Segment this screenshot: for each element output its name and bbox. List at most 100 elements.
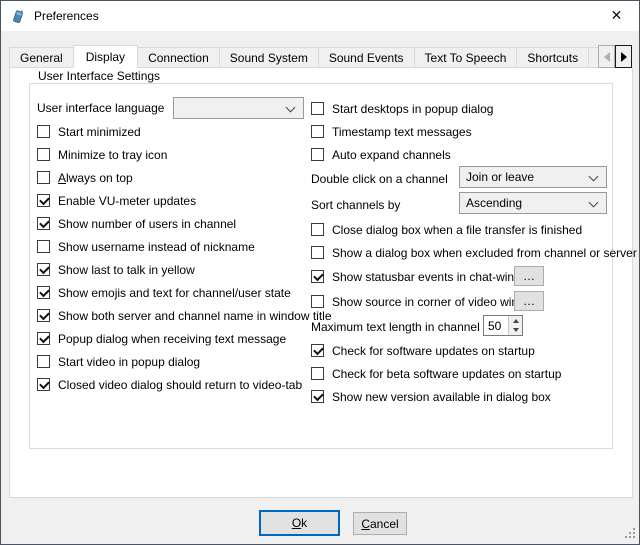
checkbox-row: Show source in corner of video window… xyxy=(311,289,623,314)
checkbox-row: Show both server and channel name in win… xyxy=(37,304,332,327)
close-button[interactable]: ✕ xyxy=(594,1,639,30)
checkbox-row: Enable VU-meter updates xyxy=(37,189,332,212)
spin-down-button[interactable] xyxy=(509,326,522,336)
checkbox-label: Minimize to tray icon xyxy=(58,148,167,162)
tab-sound-events[interactable]: Sound Events xyxy=(318,47,415,68)
language-dropdown[interactable] xyxy=(173,97,304,119)
select-row: Sort channels by Ascending xyxy=(311,192,623,218)
ok-button[interactable]: Ok xyxy=(259,510,340,536)
checkbox-label: Show new version available in dialog box xyxy=(332,390,551,404)
checkbox-row: Close dialog box when a file transfer is… xyxy=(311,218,623,241)
checkbox-row: Check for software updates on startup xyxy=(311,339,623,362)
checkbox-minimize-to-tray-icon[interactable] xyxy=(37,148,50,161)
checkbox-row: Show emojis and text for channel/user st… xyxy=(37,281,332,304)
checkbox-show-username-instead-of-nickname[interactable] xyxy=(37,240,50,253)
checkbox-label: Check for software updates on startup xyxy=(332,344,535,358)
checkbox-row: Show new version available in dialog box xyxy=(311,385,623,408)
checkbox-start-desktops-in-popup-dialog[interactable] xyxy=(311,102,324,115)
checkbox-label: Show statusbar events in chat-window xyxy=(332,270,536,284)
checkbox-label: Show last to talk in yellow xyxy=(58,263,195,277)
checkbox-label: Check for beta software updates on start… xyxy=(332,367,561,381)
checkbox-show-last-to-talk-in-yellow[interactable] xyxy=(37,263,50,276)
checkbox-row: Start desktops in popup dialog xyxy=(311,97,623,120)
chevron-left-icon xyxy=(604,52,610,62)
checkbox-label: Show emojis and text for channel/user st… xyxy=(58,286,291,300)
dropdown-value: Join or leave xyxy=(466,170,534,184)
checkbox-row: Show a dialog box when excluded from cha… xyxy=(311,241,623,264)
spin-row: Maximum text length in channel list50 xyxy=(311,314,623,339)
checkbox-popup-dialog-when-receiving-text-message[interactable] xyxy=(37,332,50,345)
right-column: Start desktops in popup dialog Timestamp … xyxy=(311,97,623,408)
checkbox-start-video-in-popup-dialog[interactable] xyxy=(37,355,50,368)
checkbox-show-new-version-available-in-dialog-box[interactable] xyxy=(311,390,324,403)
checkbox-closed-video-dialog-should-return-to-video-tab[interactable] xyxy=(37,378,50,391)
checkbox-show-emojis-and-text-for-channel-user-state[interactable] xyxy=(37,286,50,299)
checkbox-enable-vu-meter-updates[interactable] xyxy=(37,194,50,207)
checkbox-label: Close dialog box when a file transfer is… xyxy=(332,223,582,237)
select-label: Double click on a channel xyxy=(311,172,448,186)
spinbox-maximum-text-length-in-channel-list[interactable]: 50 xyxy=(483,315,523,336)
tab-bar: GeneralDisplayConnectionSound SystemSoun… xyxy=(9,45,598,68)
tab-text-to-speech[interactable]: Text To Speech xyxy=(414,47,518,68)
tab-sound-system[interactable]: Sound System xyxy=(219,47,319,68)
tab-shortcuts[interactable]: Shortcuts xyxy=(516,47,589,68)
title-bar: Preferences ✕ xyxy=(1,1,639,31)
ellipsis-button-show-source-in-corner-of-video-window[interactable]: … xyxy=(514,291,544,311)
tab-display[interactable]: Display xyxy=(73,45,138,68)
checkbox-check-for-beta-software-updates-on-startup[interactable] xyxy=(311,367,324,380)
tab-scroll-left-button[interactable] xyxy=(598,45,615,68)
checkbox-timestamp-text-messages[interactable] xyxy=(311,125,324,138)
dropdown-double-click-on-a-channel[interactable]: Join or leave xyxy=(459,166,607,188)
select-label: Sort channels by xyxy=(311,198,400,212)
checkbox-always-on-top[interactable] xyxy=(37,171,50,184)
spinbox-arrows xyxy=(508,316,522,335)
checkbox-row: Check for beta software updates on start… xyxy=(311,362,623,385)
checkbox-label: Timestamp text messages xyxy=(332,125,472,139)
spin-up-button[interactable] xyxy=(509,316,522,326)
checkbox-label: Popup dialog when receiving text message xyxy=(58,332,286,346)
language-label: User interface language xyxy=(37,101,164,115)
checkbox-close-dialog-box-when-a-file-transfer-is-finished[interactable] xyxy=(311,223,324,236)
checkbox-check-for-software-updates-on-startup[interactable] xyxy=(311,344,324,357)
checkbox-auto-expand-channels[interactable] xyxy=(311,148,324,161)
checkbox-row: Start minimized xyxy=(37,120,332,143)
checkbox-show-statusbar-events-in-chat-window[interactable] xyxy=(311,270,324,283)
checkbox-label: Show number of users in channel xyxy=(58,217,236,231)
checkbox-label: Show a dialog box when excluded from cha… xyxy=(332,246,637,260)
checkbox-row: Closed video dialog should return to vid… xyxy=(37,373,332,396)
checkbox-show-number-of-users-in-channel[interactable] xyxy=(37,217,50,230)
dropdown-sort-channels-by[interactable]: Ascending xyxy=(459,192,607,214)
cancel-button[interactable]: Cancel xyxy=(353,512,407,535)
caret-down-icon xyxy=(513,328,519,332)
checkbox-show-both-server-and-channel-name-in-window-title[interactable] xyxy=(37,309,50,322)
preferences-dialog: Preferences ✕ GeneralDisplayConnectionSo… xyxy=(0,0,640,545)
checkbox-label: Start desktops in popup dialog xyxy=(332,102,493,116)
spin-label: Maximum text length in channel list xyxy=(311,320,498,334)
resize-grip[interactable] xyxy=(623,528,635,540)
checkbox-row: Minimize to tray icon xyxy=(37,143,332,166)
checkbox-label: Enable VU-meter updates xyxy=(58,194,196,208)
checkbox-row: Timestamp text messages xyxy=(311,120,623,143)
checkbox-label: Start minimized xyxy=(58,125,141,139)
chevron-right-icon xyxy=(621,52,627,62)
checkbox-label: Start video in popup dialog xyxy=(58,355,200,369)
checkbox-row: Popup dialog when receiving text message xyxy=(37,327,332,350)
checkbox-row: Show statusbar events in chat-window… xyxy=(311,264,623,289)
caret-up-icon xyxy=(513,319,519,323)
checkbox-label: Auto expand channels xyxy=(332,148,451,162)
checkbox-row: Show last to talk in yellow xyxy=(37,258,332,281)
checkbox-start-minimized[interactable] xyxy=(37,125,50,138)
spinbox-value: 50 xyxy=(484,316,508,335)
checkbox-show-source-in-corner-of-video-window[interactable] xyxy=(311,295,324,308)
tab-scroll-right-button[interactable] xyxy=(615,45,632,68)
checkbox-label: Show both server and channel name in win… xyxy=(58,309,332,323)
tab-video[interactable]: Video xyxy=(588,47,598,68)
checkbox-show-a-dialog-box-when-excluded-from-channel-or-server[interactable] xyxy=(311,246,324,259)
checkbox-row: Show username instead of nickname xyxy=(37,235,332,258)
checkbox-row: Show number of users in channel xyxy=(37,212,332,235)
window-title: Preferences xyxy=(34,9,99,23)
tab-scroller xyxy=(598,45,632,68)
tab-general[interactable]: General xyxy=(9,47,74,68)
ellipsis-button-show-statusbar-events-in-chat-window[interactable]: … xyxy=(514,266,544,286)
tab-connection[interactable]: Connection xyxy=(137,47,220,68)
